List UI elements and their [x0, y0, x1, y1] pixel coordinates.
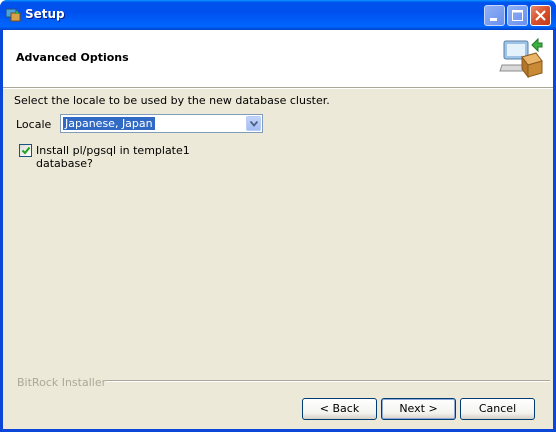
footer-divider	[106, 380, 550, 382]
locale-prompt: Select the locale to be used by the new …	[14, 94, 330, 107]
close-button[interactable]	[530, 5, 551, 26]
dialog-client-area: Advanced Options Select the locale to be…	[3, 30, 553, 429]
minimize-button[interactable]	[484, 5, 505, 26]
header-divider	[3, 88, 553, 89]
window-title: Setup	[25, 7, 65, 21]
installer-brand: BitRock Installer	[17, 376, 107, 389]
install-plpgsql-label[interactable]: Install pl/pgsql in template1 database?	[36, 144, 196, 170]
chevron-down-icon	[250, 121, 258, 127]
checkmark-icon	[21, 146, 31, 155]
maximize-button[interactable]	[507, 5, 528, 26]
wizard-header: Advanced Options	[3, 30, 553, 88]
locale-select-value: Japanese, Japan	[63, 117, 155, 130]
locale-select[interactable]: Japanese, Japan	[60, 114, 263, 133]
back-button[interactable]: < Back	[302, 398, 377, 420]
locale-label: Locale	[16, 118, 52, 131]
next-button[interactable]: Next >	[381, 398, 456, 420]
cancel-button[interactable]: Cancel	[460, 398, 535, 420]
close-icon	[535, 10, 546, 21]
install-plpgsql-checkbox[interactable]	[19, 144, 32, 157]
maximize-icon	[512, 10, 523, 21]
installer-app-icon	[5, 6, 21, 22]
page-title: Advanced Options	[16, 51, 129, 64]
setup-window: Setup Advanced Options Select the locale…	[0, 0, 556, 432]
minimize-icon	[490, 18, 497, 21]
title-bar[interactable]: Setup	[0, 0, 556, 30]
dropdown-button[interactable]	[246, 116, 261, 131]
computer-install-icon	[498, 35, 544, 81]
